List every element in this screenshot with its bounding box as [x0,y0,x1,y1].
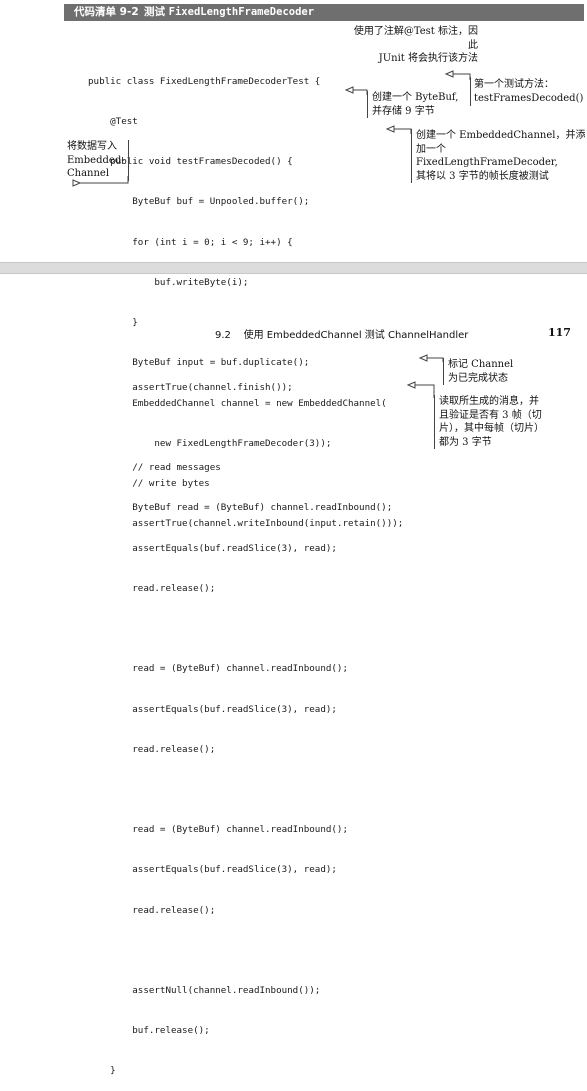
code-line: assertNull(channel.readInbound()); [88,985,321,997]
arrow-icon [444,70,454,78]
code-line: read = (ByteBuf) channel.readInbound(); [88,663,348,675]
code-line: assertEquals(buf.readSlice(3), read); [88,864,337,876]
code-line: read.release(); [88,904,216,916]
arrow-icon [406,381,416,389]
arrow-icon [344,86,354,94]
connector-write-data [74,176,129,184]
code-line: } [88,1065,116,1077]
code-line: read = (ByteBuf) channel.readInbound(); [88,824,348,836]
arrow-icon [385,125,395,133]
connector-read-messages [414,384,435,398]
code-line: read.release(); [88,743,216,755]
connector-create-channel [393,128,412,134]
callout-connectors [72,70,471,398]
code-line: assertEquals(buf.readSlice(3), read); [88,703,337,715]
connector-mark-finished [426,357,444,362]
arrow-icon [72,179,82,187]
arrow-icon [418,354,428,362]
connector-first-test-method [452,73,471,80]
code-line: buf.release(); [88,1025,210,1037]
connector-create-bytebuf [352,89,368,95]
